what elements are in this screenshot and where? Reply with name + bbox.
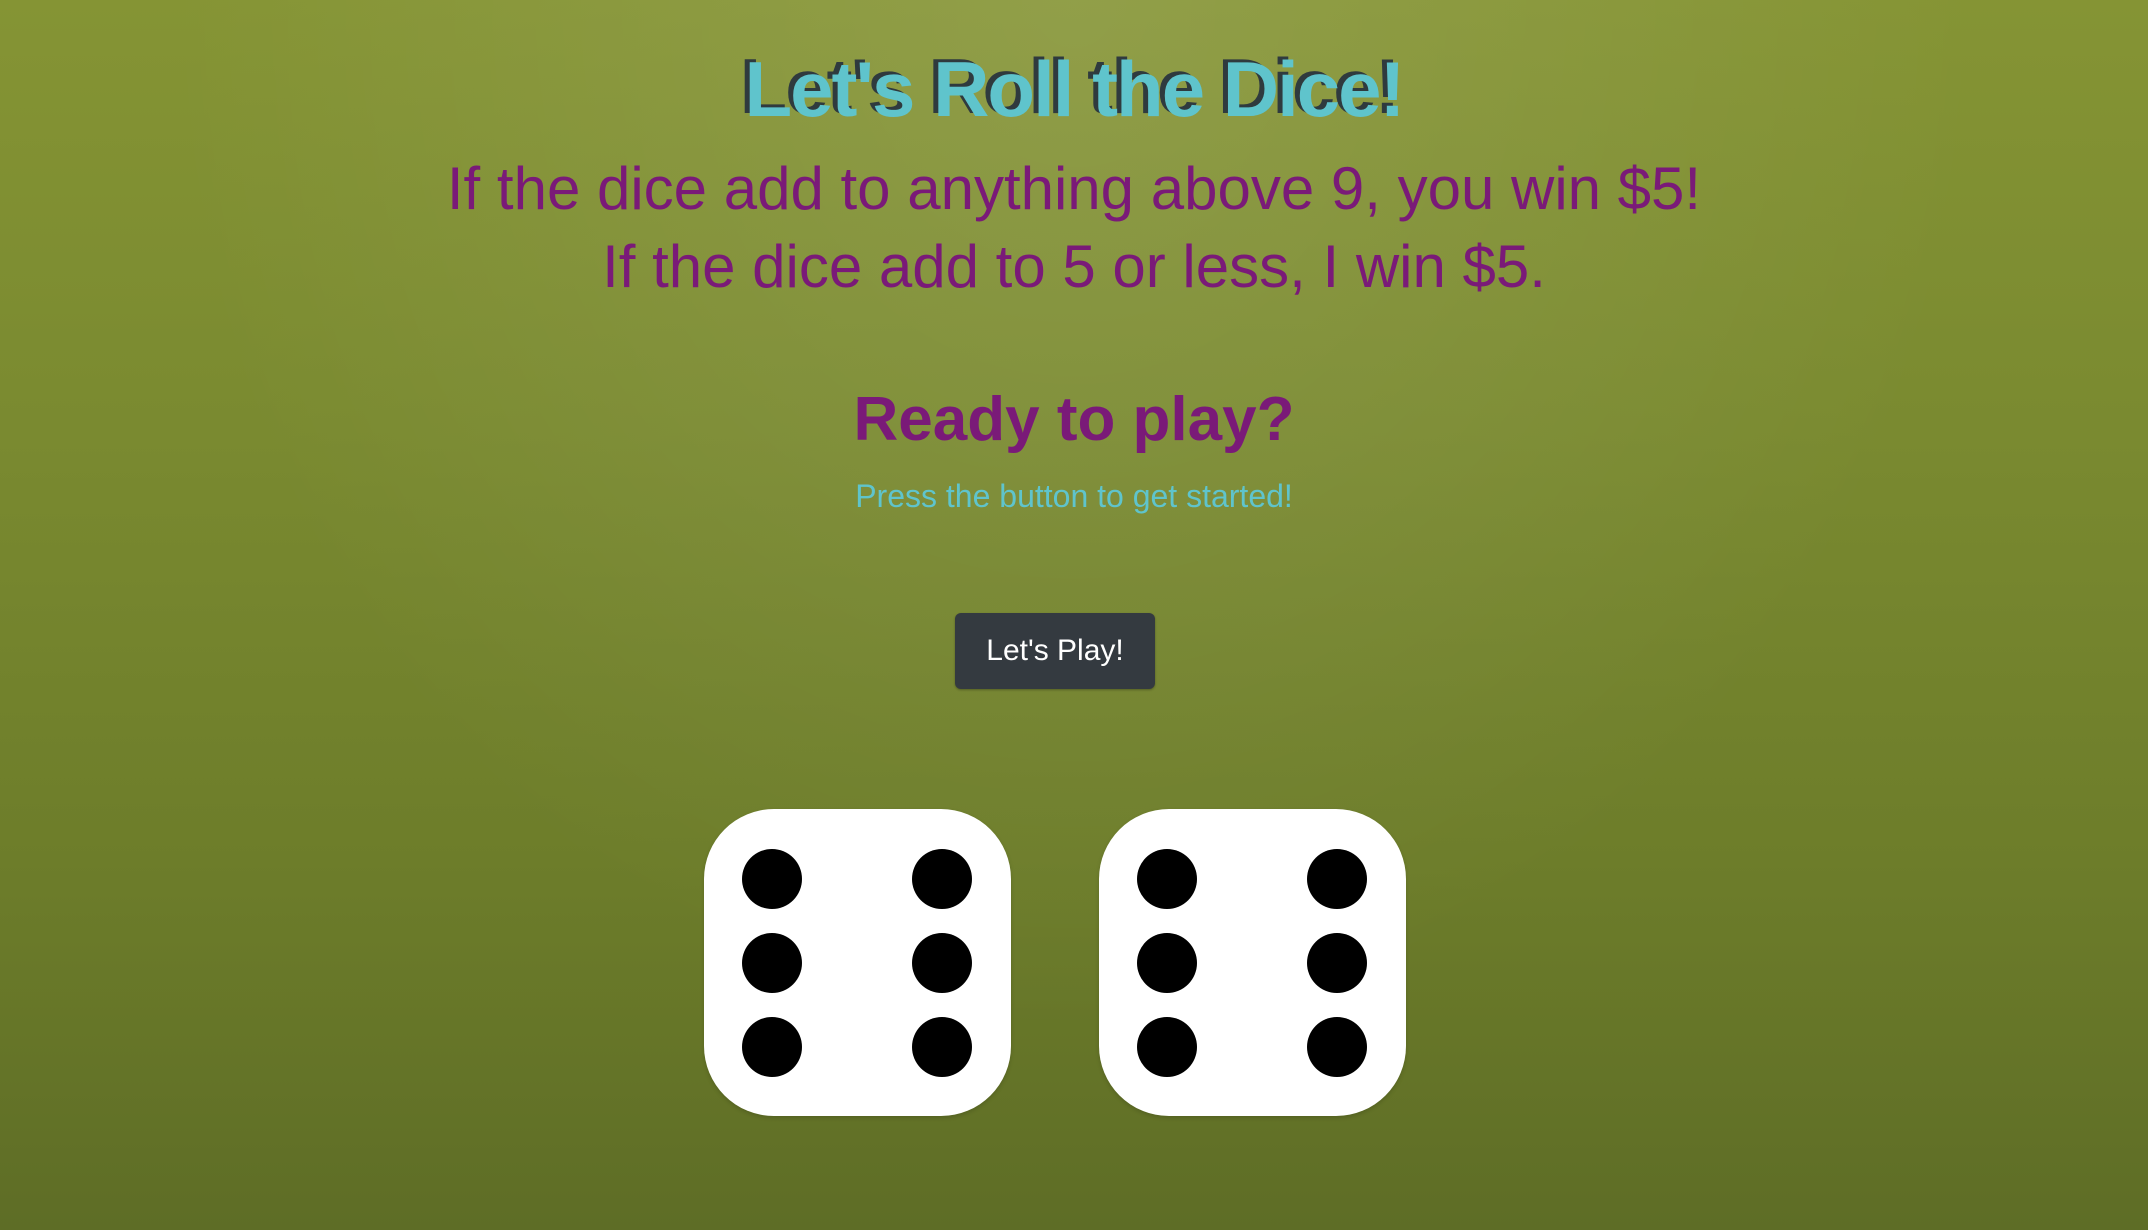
die-pip bbox=[1137, 1017, 1197, 1077]
die-pip bbox=[912, 849, 972, 909]
win-rule: If the dice add to anything above 9, you… bbox=[446, 155, 1702, 222]
page-title: Let's Roll the Dice! bbox=[744, 45, 1406, 133]
die-pip bbox=[1137, 849, 1197, 909]
die-pip bbox=[742, 1017, 802, 1077]
game-rules: If the dice add to anything above 9, you… bbox=[0, 150, 2148, 306]
lose-rule: If the dice add to 5 or less, I win $5. bbox=[602, 233, 1546, 300]
die-pip bbox=[742, 849, 802, 909]
die-pip bbox=[912, 1017, 972, 1077]
play-button[interactable]: Let's Play! bbox=[955, 613, 1155, 689]
die-right bbox=[1099, 809, 1406, 1116]
die-pip bbox=[912, 933, 972, 993]
die-pip bbox=[1137, 933, 1197, 993]
die-left bbox=[704, 809, 1011, 1116]
ready-heading: Ready to play? bbox=[853, 385, 1295, 454]
die-pip bbox=[1307, 933, 1367, 993]
die-pip bbox=[742, 933, 802, 993]
start-hint: Press the button to get started! bbox=[855, 478, 1293, 514]
die-pip bbox=[1307, 1017, 1367, 1077]
die-pip bbox=[1307, 849, 1367, 909]
page: Let's Roll the Dice! If the dice add to … bbox=[0, 0, 2148, 1230]
